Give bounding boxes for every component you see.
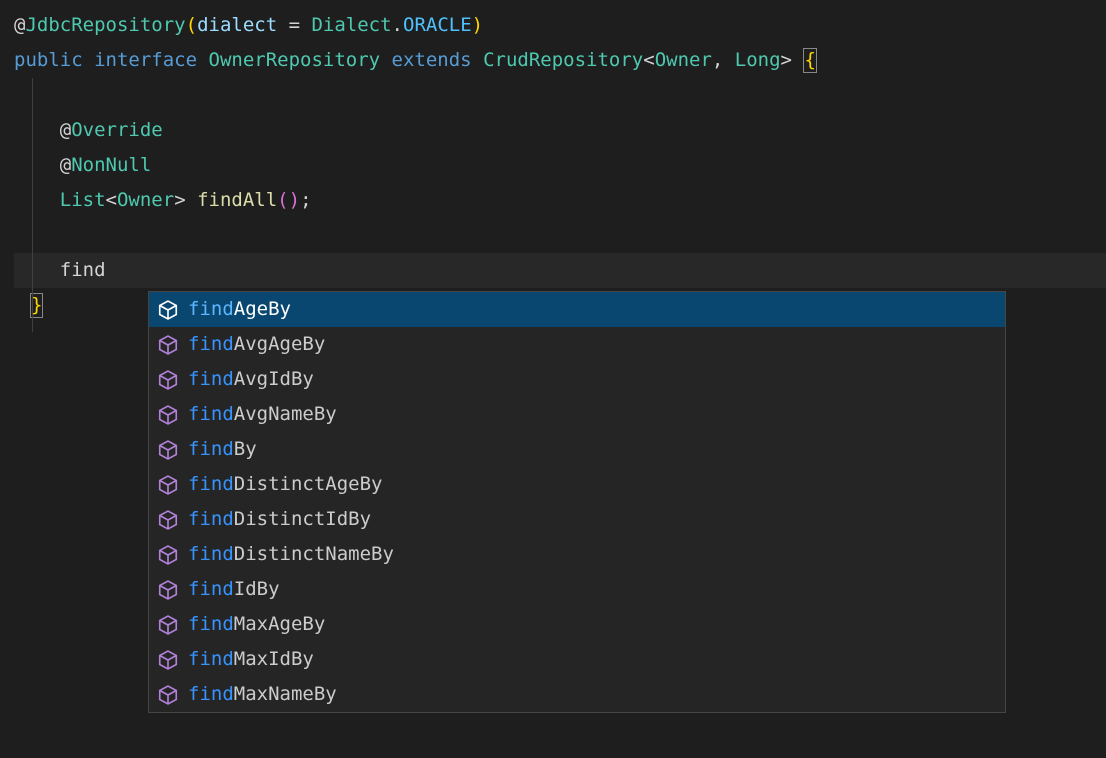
autocomplete-item[interactable]: findAgeBy: [149, 292, 1005, 327]
method-icon: [157, 684, 179, 706]
type-name: Dialect: [311, 8, 391, 43]
method-icon: [157, 579, 179, 601]
autocomplete-rest: By: [234, 432, 257, 467]
annotation-name: NonNull: [71, 148, 151, 183]
method-icon: [157, 334, 179, 356]
method-icon: [157, 299, 179, 321]
autocomplete-item[interactable]: findBy: [149, 432, 1005, 467]
autocomplete-rest: AvgAgeBy: [234, 327, 326, 362]
annotation-name: JdbcRepository: [25, 8, 185, 43]
method-icon: [157, 614, 179, 636]
annotation-name: Override: [71, 113, 163, 148]
indent-guide: [32, 78, 33, 332]
autocomplete-rest: DistinctAgeBy: [234, 467, 383, 502]
autocomplete-item[interactable]: findDistinctIdBy: [149, 502, 1005, 537]
param-name: dialect: [197, 8, 277, 43]
autocomplete-match: find: [188, 292, 234, 327]
autocomplete-popup[interactable]: findAgeByfindAvgAgeByfindAvgIdByfindAvgN…: [148, 291, 1006, 713]
lt: <: [106, 183, 117, 218]
method-name: findAll: [197, 183, 277, 218]
method-icon: [157, 649, 179, 671]
type-list: List: [60, 183, 106, 218]
autocomplete-item[interactable]: findDistinctAgeBy: [149, 467, 1005, 502]
autocomplete-match: find: [188, 467, 234, 502]
autocomplete-match: find: [188, 537, 234, 572]
equals: =: [277, 8, 311, 43]
dot: .: [392, 8, 403, 43]
at-symbol: @: [60, 113, 71, 148]
method-icon: [157, 404, 179, 426]
method-icon: [157, 544, 179, 566]
semicolon: ;: [300, 183, 311, 218]
code-line-6[interactable]: List<Owner> findAll();: [14, 183, 1106, 218]
autocomplete-match: find: [188, 502, 234, 537]
autocomplete-rest: AvgNameBy: [234, 397, 337, 432]
generic-type: Long: [735, 43, 781, 78]
code-line-active[interactable]: find: [14, 253, 1106, 288]
autocomplete-item[interactable]: findDistinctNameBy: [149, 537, 1005, 572]
lt: <: [643, 43, 654, 78]
gt: >: [174, 183, 185, 218]
code-editor[interactable]: @JdbcRepository(dialect = Dialect.ORACLE…: [0, 0, 1106, 323]
at-symbol: @: [14, 8, 25, 43]
autocomplete-rest: IdBy: [234, 572, 280, 607]
method-icon: [157, 509, 179, 531]
code-line-empty[interactable]: [14, 78, 1106, 113]
code-line-4[interactable]: @Override: [14, 113, 1106, 148]
autocomplete-item[interactable]: findIdBy: [149, 572, 1005, 607]
autocomplete-match: find: [188, 607, 234, 642]
rparen: ): [472, 8, 483, 43]
autocomplete-item[interactable]: findAvgAgeBy: [149, 327, 1005, 362]
autocomplete-rest: AvgIdBy: [234, 362, 314, 397]
autocomplete-rest: AgeBy: [234, 292, 291, 327]
class-name: OwnerRepository: [209, 43, 381, 78]
typed-text: find: [60, 253, 106, 288]
method-icon: [157, 369, 179, 391]
autocomplete-rest: DistinctIdBy: [234, 502, 371, 537]
autocomplete-rest: MaxIdBy: [234, 642, 314, 677]
enum-value: ORACLE: [403, 8, 472, 43]
autocomplete-rest: MaxAgeBy: [234, 607, 326, 642]
autocomplete-item[interactable]: findMaxIdBy: [149, 642, 1005, 677]
code-line-empty[interactable]: [14, 218, 1106, 253]
at-symbol: @: [60, 148, 71, 183]
parens: (): [277, 183, 300, 218]
comma: ,: [712, 43, 735, 78]
autocomplete-match: find: [188, 397, 234, 432]
autocomplete-item[interactable]: findMaxAgeBy: [149, 607, 1005, 642]
autocomplete-match: find: [188, 642, 234, 677]
code-line-2[interactable]: public interface OwnerRepository extends…: [14, 43, 1106, 78]
autocomplete-item[interactable]: findMaxNameBy: [149, 677, 1005, 712]
autocomplete-rest: DistinctNameBy: [234, 537, 394, 572]
autocomplete-item[interactable]: findAvgNameBy: [149, 397, 1005, 432]
lparen: (: [186, 8, 197, 43]
autocomplete-item[interactable]: findAvgIdBy: [149, 362, 1005, 397]
gt: >: [781, 43, 792, 78]
autocomplete-match: find: [188, 677, 234, 712]
autocomplete-match: find: [188, 432, 234, 467]
autocomplete-match: find: [188, 362, 234, 397]
method-icon: [157, 439, 179, 461]
generic-type: Owner: [117, 183, 174, 218]
open-brace: {: [803, 48, 816, 73]
autocomplete-rest: MaxNameBy: [234, 677, 337, 712]
keyword-public: public: [14, 43, 83, 78]
keyword-interface: interface: [94, 43, 197, 78]
code-line-5[interactable]: @NonNull: [14, 148, 1106, 183]
autocomplete-match: find: [188, 572, 234, 607]
code-line-1[interactable]: @JdbcRepository(dialect = Dialect.ORACLE…: [14, 8, 1106, 43]
class-name: CrudRepository: [483, 43, 643, 78]
keyword-extends: extends: [392, 43, 472, 78]
generic-type: Owner: [655, 43, 712, 78]
autocomplete-match: find: [188, 327, 234, 362]
method-icon: [157, 474, 179, 496]
